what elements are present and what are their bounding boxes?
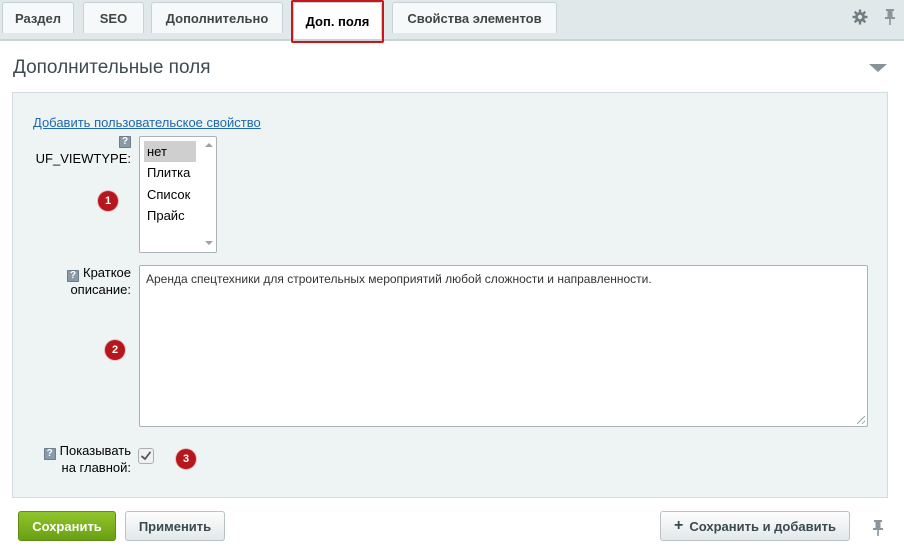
section-title: Дополнительные поля <box>13 57 211 78</box>
plus-icon: + <box>674 517 684 534</box>
listbox-option[interactable]: Прайс <box>144 205 196 226</box>
pin-icon[interactable] <box>872 520 884 539</box>
tab-dop-polya[interactable]: Доп. поля <box>293 2 382 39</box>
listbox-scrollbar[interactable] <box>202 138 215 251</box>
listbox-option[interactable]: Плитка <box>144 162 196 183</box>
show-on-main-checkbox[interactable] <box>138 448 154 464</box>
resize-grip-icon[interactable] <box>857 416 865 424</box>
listbox-option[interactable]: нет <box>144 141 196 162</box>
short-description-textarea[interactable]: Аренда спецтехники для строительных меро… <box>139 265 868 427</box>
help-icon[interactable]: ? <box>43 448 56 460</box>
tab-svoistva-elementov[interactable]: Свойства элементов <box>392 2 557 33</box>
marker-1: 1 <box>98 191 118 211</box>
marker-3: 3 <box>176 449 196 469</box>
viewtype-listbox[interactable]: нет Плитка Список Прайс <box>139 136 217 253</box>
help-icon[interactable]: ? <box>67 270 79 282</box>
help-icon[interactable]: ? <box>119 136 131 148</box>
label-line: Краткое <box>83 265 131 280</box>
add-property-link[interactable]: Добавить пользовательское свойство <box>33 115 261 130</box>
scroll-down-icon[interactable] <box>205 241 213 245</box>
tab-dopolnitelno[interactable]: Дополнительно <box>151 2 283 33</box>
marker-2: 2 <box>105 340 125 360</box>
short-description-label: ? Краткое описание: <box>67 265 131 297</box>
tab-razdel[interactable]: Раздел <box>2 2 74 33</box>
gear-icon[interactable] <box>852 9 868 25</box>
pin-icon[interactable] <box>884 9 896 25</box>
save-and-add-label: Сохранить и добавить <box>689 518 836 534</box>
tab-bar: Раздел SEO Дополнительно Доп. поля Свойс… <box>0 0 904 41</box>
listbox-option[interactable]: Список <box>144 184 196 205</box>
collapse-arrow-icon[interactable] <box>869 64 887 72</box>
save-and-add-button[interactable]: + Сохранить и добавить <box>660 511 850 541</box>
viewtype-label: UF_VIEWTYPE: <box>35 151 131 166</box>
label-line: на главной: <box>61 460 131 475</box>
label-line: описание: <box>70 282 131 297</box>
checkmark-icon <box>141 451 151 461</box>
label-line: Показывать <box>59 443 131 458</box>
save-button[interactable]: Сохранить <box>18 511 116 541</box>
tab-seo[interactable]: SEO <box>83 2 144 33</box>
apply-button[interactable]: Применить <box>125 511 225 541</box>
show-on-main-label: ? Показывать на главной: <box>43 443 131 475</box>
textarea-value: Аренда спецтехники для строительных меро… <box>146 272 652 286</box>
scroll-up-icon[interactable] <box>205 143 213 147</box>
